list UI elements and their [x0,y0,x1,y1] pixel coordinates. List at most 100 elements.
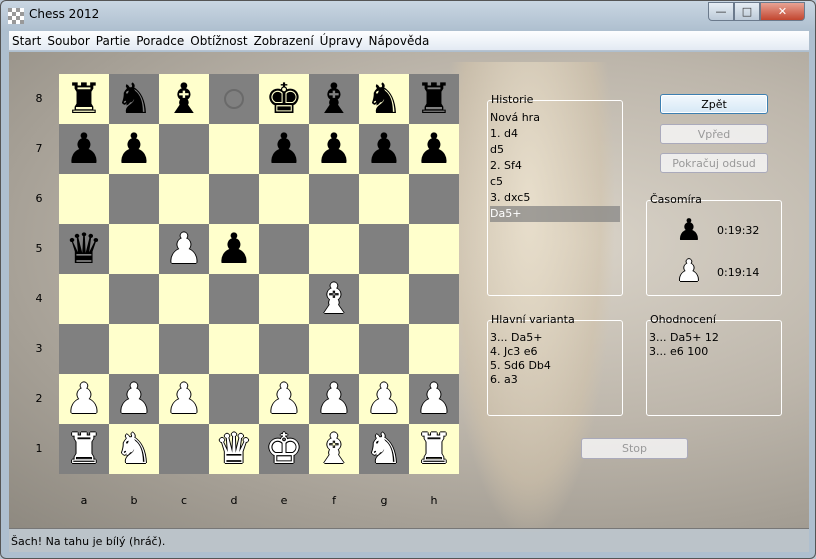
square-b3[interactable] [109,324,159,374]
white-knight-icon[interactable]: ♞ [115,424,153,474]
square-h5[interactable] [409,224,459,274]
black-queen-icon[interactable]: ♛ [65,224,103,274]
square-e8[interactable]: ♚ [259,74,309,124]
square-f2[interactable]: ♟ [309,374,359,424]
black-knight-icon[interactable]: ♞ [115,74,153,124]
white-rook-icon[interactable]: ♜ [415,424,453,474]
menu-poradce[interactable]: Poradce [133,34,187,48]
square-a3[interactable] [59,324,109,374]
square-e7[interactable]: ♟ [259,124,309,174]
square-b6[interactable] [109,174,159,224]
square-c3[interactable] [159,324,209,374]
minimize-button[interactable]: — [708,2,734,21]
menu-napoveda[interactable]: Nápověda [366,34,433,48]
white-bishop-icon[interactable]: ♝ [315,424,353,474]
square-h2[interactable]: ♟ [409,374,459,424]
menu-obtiznost[interactable]: Obtížnost [187,34,250,48]
white-knight-icon[interactable]: ♞ [365,424,403,474]
square-f4[interactable]: ♝ [309,274,359,324]
white-pawn-icon[interactable]: ♟ [415,374,453,424]
square-b7[interactable]: ♟ [109,124,159,174]
continue-from-here-button[interactable]: Pokračuj odsud [660,153,768,173]
square-b5[interactable] [109,224,159,274]
square-h3[interactable] [409,324,459,374]
black-pawn-icon[interactable]: ♟ [115,124,153,174]
white-king-icon[interactable]: ♚ [265,424,303,474]
history-move[interactable]: 3. dxc5 [490,190,620,206]
black-bishop-icon[interactable]: ♝ [315,74,353,124]
square-f5[interactable] [309,224,359,274]
square-d8[interactable] [209,74,259,124]
square-g2[interactable]: ♟ [359,374,409,424]
square-c4[interactable] [159,274,209,324]
forward-button[interactable]: Vpřed [660,124,768,144]
square-h4[interactable] [409,274,459,324]
square-a1[interactable]: ♜ [59,424,109,474]
square-c2[interactable]: ♟ [159,374,209,424]
white-rook-icon[interactable]: ♜ [65,424,103,474]
menu-soubor[interactable]: Soubor [44,34,92,48]
square-b2[interactable]: ♟ [109,374,159,424]
square-c7[interactable] [159,124,209,174]
menu-zobrazeni[interactable]: Zobrazení [251,34,317,48]
square-g1[interactable]: ♞ [359,424,409,474]
white-pawn-icon[interactable]: ♟ [65,374,103,424]
white-pawn-icon[interactable]: ♟ [365,374,403,424]
history-move[interactable]: c5 [490,174,620,190]
white-pawn-icon[interactable]: ♟ [165,374,203,424]
square-f1[interactable]: ♝ [309,424,359,474]
back-button[interactable]: Zpět [660,94,768,114]
white-pawn-icon[interactable]: ♟ [165,224,203,274]
square-g5[interactable] [359,224,409,274]
square-f6[interactable] [309,174,359,224]
black-pawn-icon[interactable]: ♟ [415,124,453,174]
square-c8[interactable]: ♝ [159,74,209,124]
square-e3[interactable] [259,324,309,374]
menu-partie[interactable]: Partie [93,34,133,48]
black-pawn-icon[interactable]: ♟ [65,124,103,174]
square-a8[interactable]: ♜ [59,74,109,124]
square-f3[interactable] [309,324,359,374]
black-rook-icon[interactable]: ♜ [415,74,453,124]
square-a5[interactable]: ♛ [59,224,109,274]
chess-board[interactable]: ♜ ♞ ♝ ♚ ♝ ♞ ♜ ♟ ♟ ♟ ♟ ♟ ♟ ♛ ♟ ♟ ♝ ♟ ♟ ♟ ♟ ♟ ♟ ♟ ♜ ♞ ♛ ♚ ♝ ♞ ♜ [59,74,459,474]
black-bishop-icon[interactable]: ♝ [165,74,203,124]
white-pawn-icon[interactable]: ♟ [115,374,153,424]
square-d3[interactable] [209,324,259,374]
black-pawn-icon[interactable]: ♟ [265,124,303,174]
square-g8[interactable]: ♞ [359,74,409,124]
history-move[interactable]: 1. d4 [490,126,620,142]
white-queen-icon[interactable]: ♛ [215,424,253,474]
history-list[interactable]: Nová hra 1. d4 d5 2. Sf4 c5 3. dxc5 Da5+ [490,110,620,222]
menu-start[interactable]: Start [9,34,44,48]
white-bishop-icon[interactable]: ♝ [315,274,353,324]
close-button[interactable]: ✕ [760,2,805,21]
square-b4[interactable] [109,274,159,324]
history-move[interactable]: Da5+ [490,206,620,222]
black-king-icon[interactable]: ♚ [265,74,303,124]
square-a6[interactable] [59,174,109,224]
square-g4[interactable] [359,274,409,324]
black-knight-icon[interactable]: ♞ [365,74,403,124]
square-c5[interactable]: ♟ [159,224,209,274]
square-h7[interactable]: ♟ [409,124,459,174]
stop-button[interactable]: Stop [581,438,688,459]
square-f8[interactable]: ♝ [309,74,359,124]
square-e2[interactable]: ♟ [259,374,309,424]
square-d5[interactable]: ♟ [209,224,259,274]
square-a7[interactable]: ♟ [59,124,109,174]
square-d1[interactable]: ♛ [209,424,259,474]
white-pawn-icon[interactable]: ♟ [265,374,303,424]
square-h1[interactable]: ♜ [409,424,459,474]
square-e1[interactable]: ♚ [259,424,309,474]
history-move[interactable]: 2. Sf4 [490,158,620,174]
history-move[interactable]: d5 [490,142,620,158]
square-e5[interactable] [259,224,309,274]
square-b1[interactable]: ♞ [109,424,159,474]
square-e6[interactable] [259,174,309,224]
square-a2[interactable]: ♟ [59,374,109,424]
history-move[interactable]: Nová hra [490,110,620,126]
square-f7[interactable]: ♟ [309,124,359,174]
square-e4[interactable] [259,274,309,324]
black-pawn-icon[interactable]: ♟ [365,124,403,174]
